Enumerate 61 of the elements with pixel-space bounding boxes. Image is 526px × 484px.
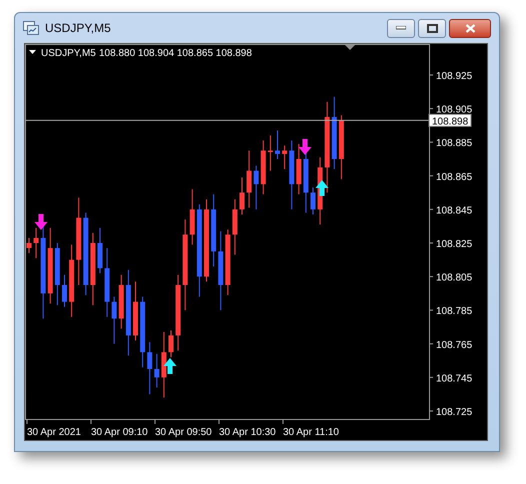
candlestick [246, 150, 252, 208]
candlestick [275, 130, 280, 160]
price-axis-label: 108.745 [436, 373, 472, 384]
candlestick [26, 237, 32, 254]
candlestick [118, 274, 124, 330]
price-axis-label: 108.785 [436, 306, 472, 318]
candlestick [296, 143, 302, 195]
candlestick [154, 353, 160, 388]
price-axis-label: 108.825 [436, 239, 472, 250]
price-axis-label: 108.805 [436, 272, 472, 284]
candlestick [54, 242, 60, 306]
candlestick [338, 114, 344, 180]
maximize-button[interactable] [418, 18, 446, 38]
minimize-button[interactable] [387, 18, 415, 38]
candlestick [254, 165, 259, 210]
candlestick [34, 227, 39, 259]
candlestick [260, 140, 266, 195]
candlestick [310, 187, 316, 215]
price-axis-label: 108.845 [436, 205, 472, 216]
candlestick [112, 296, 117, 344]
price-axis-label: 108.765 [436, 340, 472, 351]
chart-shift-marker-icon[interactable] [345, 45, 355, 50]
candlestick [282, 145, 288, 170]
candlestick [133, 281, 138, 341]
dropdown-triangle-icon[interactable] [29, 50, 36, 54]
up-arrow-icon [316, 180, 328, 196]
up-arrow-icon [164, 358, 176, 374]
down-arrow-icon [34, 214, 48, 230]
price-axis-label: 108.865 [436, 172, 472, 183]
ohlc-values: 108.880 108.904 108.865 108.898 [99, 48, 252, 59]
price-axis-label: 108.725 [436, 407, 472, 418]
time-axis-label: 30 Apr 09:50 [155, 427, 212, 438]
candlestick [62, 274, 67, 308]
price-axis-label: 108.905 [436, 104, 472, 116]
close-icon [464, 24, 476, 32]
time-axis-label: 30 Apr 10:30 [219, 427, 276, 438]
down-arrow-icon [298, 139, 312, 155]
candlestick [268, 134, 273, 172]
candlestick [232, 198, 238, 256]
time-axis-label: 30 Apr 09:10 [91, 427, 148, 438]
time-axis-label: 30 Apr 2021 [27, 427, 81, 438]
candlestick [240, 176, 244, 215]
candlestick [161, 332, 166, 398]
time-axis-label: 30 Apr 11:10 [283, 427, 339, 438]
minimize-icon [396, 26, 406, 30]
restore-icon [426, 24, 438, 32]
window-title: USDJPY,M5 [45, 20, 111, 37]
candlestick [98, 227, 102, 274]
candlestick [104, 248, 110, 318]
chart-window-icon [23, 21, 39, 35]
close-button[interactable] [449, 18, 491, 38]
price-axis-label: 108.925 [436, 71, 472, 82]
symbol-label: USDJPY,M5 [41, 48, 96, 59]
candlestick [289, 140, 294, 210]
price-axis-label: 108.885 [436, 138, 472, 150]
candlestick [168, 330, 174, 358]
candlestick [140, 296, 146, 368]
candlestick [147, 342, 152, 395]
candlestick [190, 188, 195, 246]
candlestick [225, 229, 230, 296]
current-price-tag: 108.898 [428, 114, 472, 128]
